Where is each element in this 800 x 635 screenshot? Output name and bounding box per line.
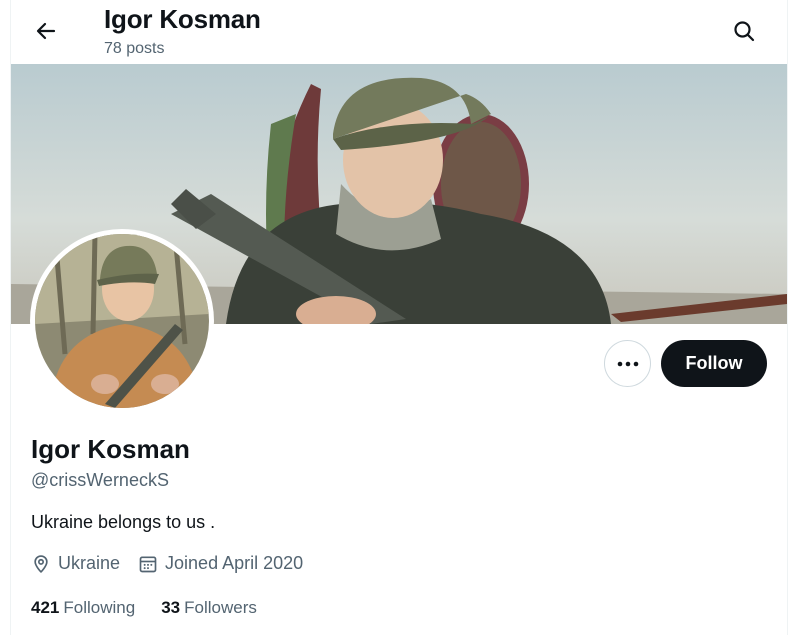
following-link[interactable]: 421 Following (31, 598, 135, 618)
bio: Ukraine belongs to us . (31, 512, 216, 532)
location-text: Ukraine (58, 553, 121, 573)
followers-count: 33 (161, 598, 181, 617)
joined-item: Joined April 2020 (138, 553, 303, 574)
posts-count: 78 posts (104, 40, 165, 57)
joined-text: Joined April 2020 (165, 553, 304, 573)
arrow-left-icon (36, 22, 56, 40)
more-options-button[interactable] (604, 340, 651, 387)
search-icon (734, 21, 755, 42)
avatar[interactable] (30, 229, 214, 413)
display-name: Igor Kosman (31, 434, 190, 464)
location-pin-icon (34, 554, 48, 573)
followers-link[interactable]: 33 Followers (161, 598, 257, 618)
followers-label: Followers (184, 598, 257, 617)
more-horizontal-icon (617, 361, 638, 366)
profile-header: Igor Kosman 78 posts (11, 0, 787, 64)
search-button[interactable] (726, 13, 762, 49)
profile-stats: 421 Following 33 Followers (31, 598, 283, 618)
calendar-icon (139, 556, 157, 572)
profile-meta: Ukraine Joined April 2020 (31, 553, 321, 574)
follow-button[interactable]: Follow (661, 340, 767, 387)
following-count: 421 (31, 598, 60, 617)
back-button[interactable] (29, 14, 63, 48)
header-title: Igor Kosman (104, 4, 261, 34)
location-item: Ukraine (31, 553, 120, 574)
user-handle: @crissWerneckS (31, 470, 169, 490)
page-border-right (787, 0, 788, 635)
avatar-image (35, 234, 209, 408)
following-label: Following (63, 598, 136, 617)
